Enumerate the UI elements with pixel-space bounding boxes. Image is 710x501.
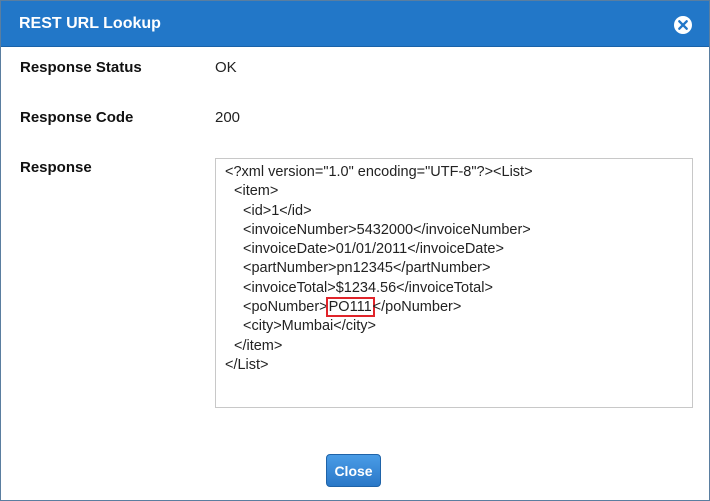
response-line: <city>Mumbai</city> (243, 318, 376, 335)
response-code-value: 200 (215, 109, 241, 126)
response-code-label: Response Code (20, 109, 134, 126)
response-label: Response (20, 159, 92, 176)
response-line: </item> (234, 337, 283, 354)
dialog-titlebar[interactable]: REST URL Lookup (1, 1, 709, 47)
response-line: <item> (234, 183, 279, 200)
rest-url-lookup-dialog: REST URL Lookup Response Status OK Respo… (0, 0, 710, 501)
response-line: <id>1</id> (243, 202, 312, 219)
response-status-value: OK (215, 59, 237, 76)
response-line: <invoiceDate>01/01/2011</invoiceDate> (243, 241, 504, 258)
response-line: <invoiceTotal>$1234.56</invoiceTotal> (243, 279, 493, 296)
highlighted-po-number: PO111 (325, 297, 375, 318)
response-line: </List> (225, 356, 269, 373)
response-line: <invoiceNumber>5432000</invoiceNumber> (243, 221, 531, 238)
close-button[interactable]: Close (326, 454, 381, 487)
response-line: <partNumber>pn12345</partNumber> (243, 260, 491, 277)
close-circle-icon[interactable] (673, 15, 693, 35)
response-line: <?xml version="1.0" encoding="UTF-8"?><L… (225, 164, 533, 180)
response-status-label: Response Status (20, 59, 142, 76)
response-line: <poNumber>PO111</poNumber> (243, 297, 462, 318)
dialog-title: REST URL Lookup (19, 15, 161, 32)
response-textarea[interactable]: <?xml version="1.0" encoding="UTF-8"?><L… (215, 158, 693, 408)
